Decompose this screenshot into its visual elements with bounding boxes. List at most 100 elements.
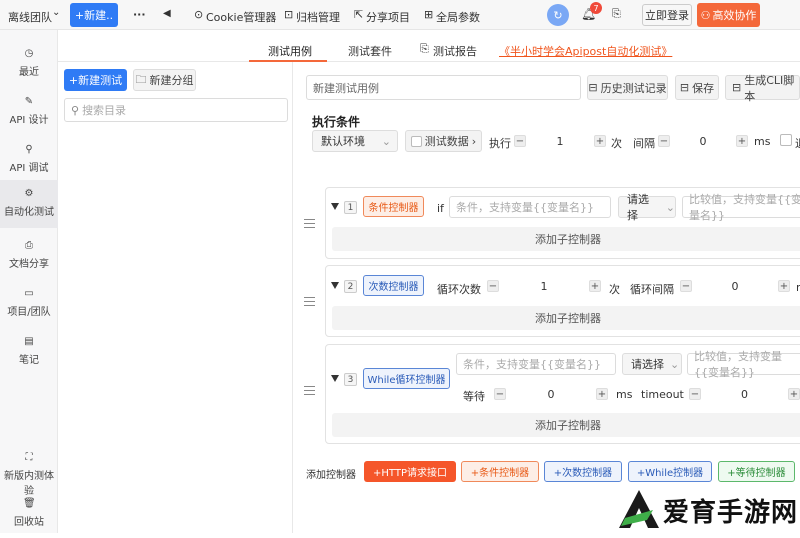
history-button[interactable]: ⊟ 历史测试记录 (587, 75, 668, 100)
operator-select[interactable]: 请选择 ⌄ (622, 353, 682, 375)
drag-handle-icon[interactable] (304, 219, 315, 231)
operator-label: 请选择 (631, 358, 664, 371)
condition-input[interactable]: 条件，支持变量{{变量名}} (449, 196, 611, 218)
loop-interval-stepper[interactable]: − 0 + (680, 276, 790, 296)
controller-type-badge: 次数控制器 (363, 275, 424, 296)
sidebar-item-api-debug[interactable]: ⚲ API 调试 (0, 136, 58, 184)
plus-icon[interactable]: + (778, 280, 790, 292)
operator-label: 请选择 (627, 193, 649, 222)
new-button[interactable]: +新建.. (70, 3, 118, 27)
exec-count-stepper[interactable]: − 1 + (514, 131, 606, 151)
chevron-down-icon: ⌄ (670, 357, 680, 371)
edit-icon: ✎ (24, 96, 34, 107)
plus-icon[interactable]: + (596, 388, 608, 400)
times-label: 次 (609, 283, 620, 296)
minus-icon[interactable]: − (658, 135, 670, 147)
minus-icon[interactable]: − (680, 280, 692, 292)
archive-manager-button[interactable]: 归档管理 (296, 9, 340, 25)
new-group-button[interactable]: 🗀︎ 新建分组 (133, 69, 196, 91)
sidebar-item-automation[interactable]: ⚙ 自动化测试 (0, 180, 58, 228)
env-select[interactable]: 默认环境 ⌄ (312, 130, 398, 152)
minus-icon[interactable]: − (689, 388, 701, 400)
loop-count-stepper[interactable]: − 1 + (487, 276, 601, 296)
back-icon[interactable]: ◀ (163, 8, 171, 19)
collab-button[interactable]: ⚇ 高效协作 (697, 3, 760, 27)
login-button[interactable]: 立即登录 (642, 4, 692, 26)
search-icon: ⚲ (71, 103, 80, 117)
save-button[interactable]: ⊟ 保存 (675, 75, 719, 100)
sidebar-item-projects[interactable]: ▭ 项目/团队 (0, 280, 58, 328)
compare-input[interactable]: 比较值，支持变量{{变量名}} (687, 350, 800, 379)
minus-icon[interactable]: − (514, 135, 526, 147)
chevron-down-icon[interactable]: ⌄ (52, 7, 60, 18)
controller-index: 3 (344, 373, 357, 386)
option-checkbox[interactable] (780, 134, 792, 146)
drag-handle-icon[interactable] (304, 297, 315, 309)
sidebar-item-doc-share[interactable]: ⎙ 文档分享 (0, 232, 58, 280)
test-data-button[interactable]: 测试数据 › (405, 130, 482, 152)
new-test-button[interactable]: +新建测试 (64, 69, 127, 91)
new-group-label: 新建分组 (149, 74, 194, 87)
controller-index: 1 (344, 201, 357, 214)
add-count-button[interactable]: +次数控制器 (544, 461, 622, 482)
collapse-icon[interactable] (331, 375, 339, 382)
plus-icon[interactable]: + (788, 388, 800, 400)
more-icon[interactable]: ··· (133, 8, 146, 21)
sidebar-item-beta[interactable]: ⛶ 新版内测体验 (0, 444, 58, 497)
operator-select[interactable]: 请选择 ⌄ (618, 193, 676, 222)
sidebar-item-api-design[interactable]: ✎ API 设计 (0, 88, 58, 136)
top-bar: 离线团队 ⌄ +新建.. ··· ◀ ⊙ Cookie管理器 ⊡ 归档管理 ⇱ … (0, 0, 800, 30)
plus-icon[interactable]: + (594, 135, 606, 147)
add-while-button[interactable]: +While控制器 (628, 461, 712, 482)
team-name[interactable]: 离线团队 (8, 9, 52, 25)
if-label: if (437, 202, 444, 215)
add-child-button[interactable]: 添加子控制器 (332, 413, 800, 437)
collapse-icon[interactable] (331, 203, 339, 210)
sidebar-item-trash[interactable]: 🗑︎ 回收站 (0, 490, 58, 538)
sidebar-item-label: API 设计 (9, 115, 49, 126)
interval-stepper[interactable]: − 0 + (658, 131, 748, 151)
chevron-right-icon: › (471, 134, 477, 148)
folder-icon: 🗀︎ (135, 72, 147, 86)
tab-test-cases[interactable]: 测试用例 (268, 43, 312, 59)
ms-label-clipped: ms (796, 281, 800, 294)
cookie-manager-button[interactable]: Cookie管理器 (206, 9, 276, 25)
sync-icon[interactable]: ↻ (547, 4, 569, 26)
add-condition-button[interactable]: +条件控制器 (461, 461, 539, 482)
add-wait-button[interactable]: +等待控制器 (718, 461, 795, 482)
sidebar-item-recent[interactable]: ◷ 最近 (0, 40, 58, 88)
loop-interval-value: 0 (731, 279, 739, 293)
sidebar-item-label: API 调试 (9, 163, 49, 174)
times-label: 次 (611, 137, 622, 150)
sidebar-item-notes[interactable]: ▤ 笔记 (0, 328, 58, 376)
add-child-button[interactable]: 添加子控制器 (332, 227, 800, 251)
search-input[interactable]: ⚲ 搜索目录 (64, 98, 288, 122)
tab-test-report[interactable]: 测试报告 (433, 43, 477, 59)
share-project-button[interactable]: 分享项目 (366, 9, 410, 25)
plus-icon[interactable]: + (589, 280, 601, 292)
clock-icon: ◷ (24, 48, 34, 59)
add-child-button[interactable]: 添加子控制器 (332, 306, 800, 330)
test-tree-panel (58, 62, 293, 533)
exec-count-value: 1 (556, 134, 564, 148)
minus-icon[interactable]: − (487, 280, 499, 292)
wait-stepper[interactable]: − 0 + (494, 384, 608, 404)
note-icon[interactable]: ⎘ (612, 7, 621, 21)
collapse-icon[interactable] (331, 282, 339, 289)
compare-input[interactable]: 比较值，支持变量{{变量名}} (682, 193, 800, 222)
test-data-checkbox[interactable] (410, 135, 422, 147)
drag-handle-icon[interactable] (304, 386, 315, 398)
condition-input[interactable]: 条件，支持变量{{变量名}} (456, 353, 616, 375)
interval-value: 0 (699, 134, 707, 148)
tab-test-suites[interactable]: 测试套件 (348, 43, 392, 59)
test-name-input[interactable]: 新建测试用例 (306, 75, 581, 100)
plus-icon[interactable]: + (736, 135, 748, 147)
sidebar-item-label: 最近 (19, 67, 39, 78)
history-icon: ⊟ (588, 81, 598, 94)
timeout-stepper[interactable]: − 0 + (689, 384, 800, 404)
cli-button[interactable]: ⊟ 生成CLI脚本 (725, 74, 800, 103)
minus-icon[interactable]: − (494, 388, 506, 400)
tutorial-link[interactable]: 《半小时学会Apipost自动化测试》 (499, 43, 672, 59)
global-params-button[interactable]: 全局参数 (436, 9, 480, 25)
add-http-button[interactable]: +HTTP请求接口 (364, 461, 456, 482)
